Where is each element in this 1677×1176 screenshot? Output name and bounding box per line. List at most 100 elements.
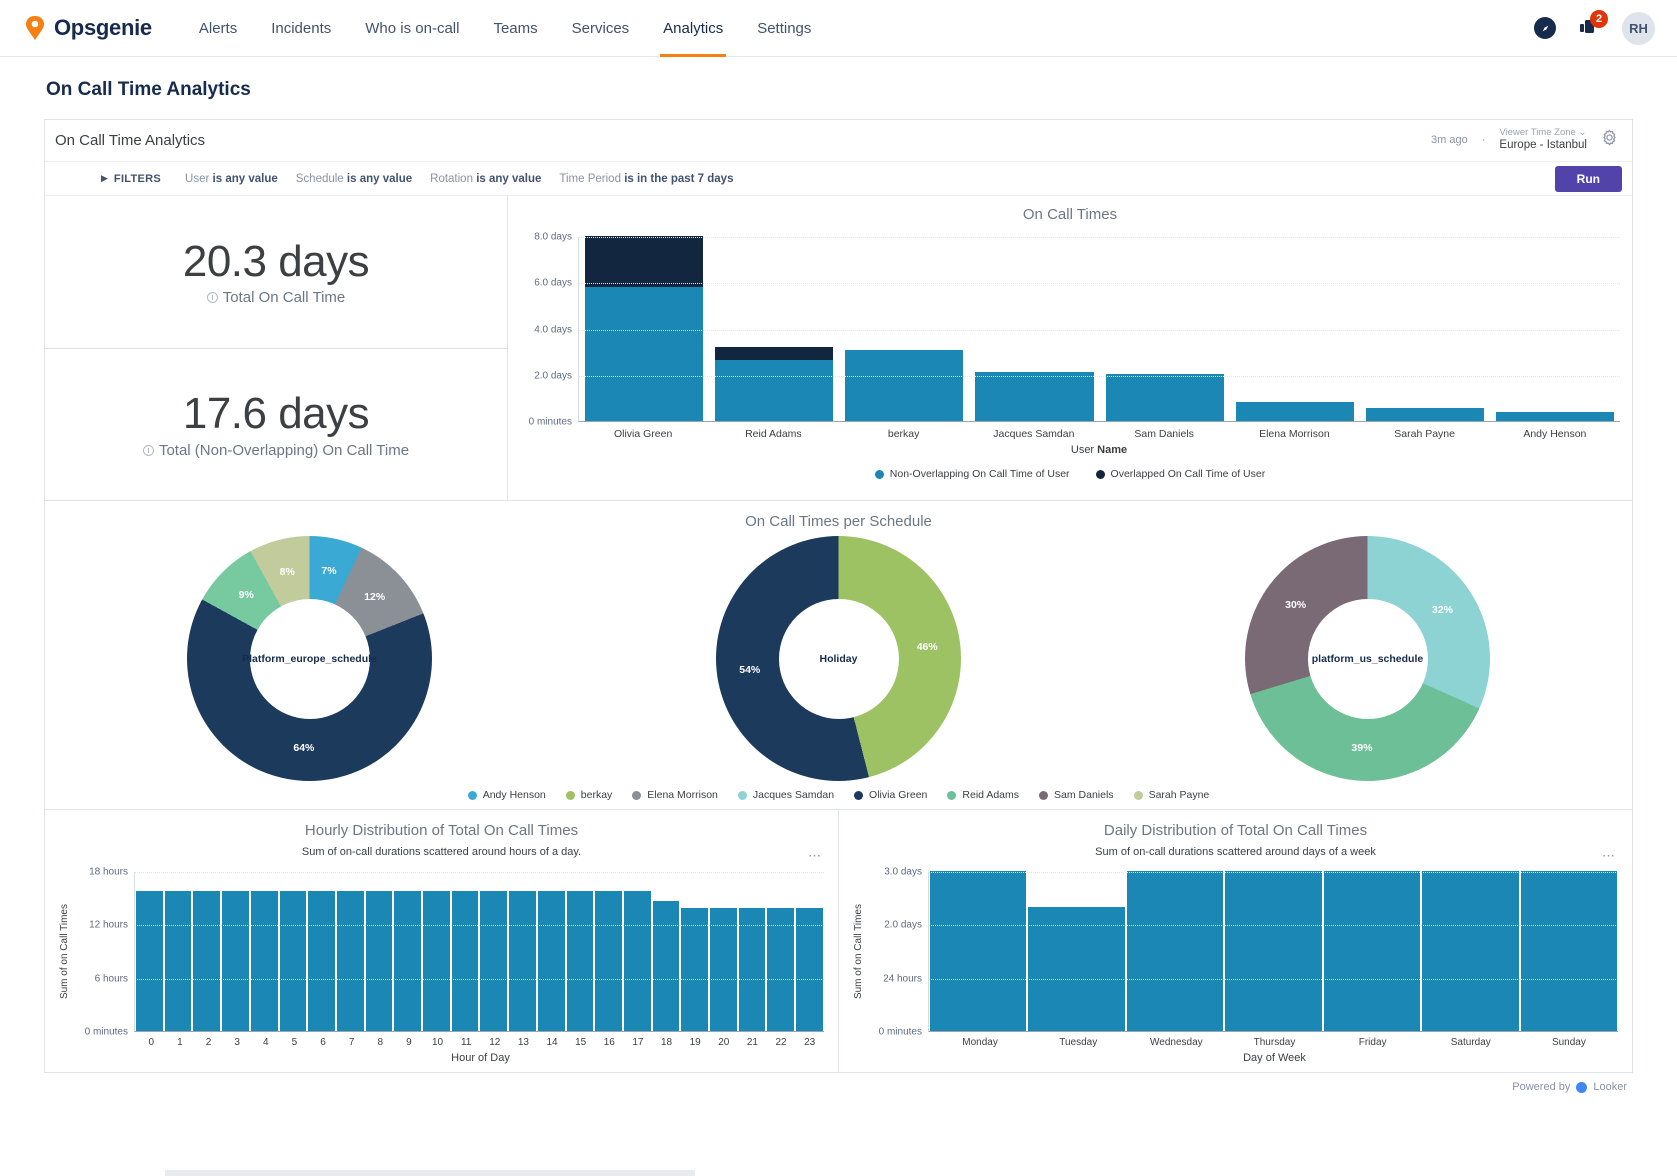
chart-area: Sum of on Call Times 0 minutes 6 hours 12 …	[59, 867, 824, 1038]
bar[interactable]	[423, 891, 450, 1031]
bar-segment-non-overlapping[interactable]	[1235, 402, 1354, 421]
gridline	[929, 925, 1618, 927]
avatar[interactable]: RH	[1622, 11, 1655, 45]
chart-title: Daily Distribution of Total On Call Time…	[1103, 822, 1368, 839]
y-tick-label: 6.0 days	[534, 277, 572, 289]
chart-title: On Call Times	[1022, 206, 1118, 223]
bar-column[interactable]	[709, 347, 839, 421]
bar-segment-non-overlapping[interactable]	[585, 287, 704, 421]
bar[interactable]	[1225, 871, 1322, 1031]
x-tick-label: 21	[746, 1037, 758, 1048]
bar-column[interactable]	[1230, 402, 1360, 421]
bar[interactable]	[336, 891, 364, 1031]
bar[interactable]	[1520, 871, 1617, 1031]
bar[interactable]	[164, 891, 192, 1031]
filter-schedule[interactable]: Schedule is any value	[296, 173, 412, 185]
caret-right-icon[interactable]: ▶	[101, 173, 108, 184]
chart-title: Hourly Distribution of Total On Call Tim…	[304, 822, 579, 839]
nav-item-teams[interactable]: Teams	[476, 0, 554, 57]
bar-segment-overlapped[interactable]	[715, 347, 834, 360]
donut-legend-item[interactable]: Sam Daniels	[1039, 789, 1114, 801]
bar[interactable]	[1126, 871, 1224, 1031]
bar[interactable]	[480, 891, 508, 1031]
compass-icon[interactable]	[1534, 17, 1556, 39]
donut-legend-item[interactable]: Elena Morrison	[632, 789, 718, 801]
legend-item-non-overlapping[interactable]: Non-Overlapping On Call Time of User	[874, 468, 1070, 480]
kpi-total-non-overlapping-on-call-time: 17.6 days Total (Non-Overlapping) On Cal…	[45, 348, 507, 500]
x-tick-label: Wednesday	[1150, 1037, 1203, 1048]
ellipsis-icon[interactable]: ⋯	[808, 848, 822, 864]
bar[interactable]	[451, 891, 479, 1031]
nav-item-settings[interactable]: Settings	[740, 0, 828, 57]
donut-legend-item[interactable]: Olivia Green	[854, 789, 927, 801]
donut-legend-item[interactable]: Jacques Samdan	[737, 789, 834, 801]
bar-column[interactable]	[839, 349, 969, 421]
filter-time-period[interactable]: Time Period is in the past 7 days	[559, 173, 733, 185]
bar-segment-non-overlapping[interactable]	[845, 349, 964, 421]
timezone-selector[interactable]: Viewer Time Zone ⌄ Europe - Istanbul	[1499, 127, 1587, 152]
bar-segment-non-overlapping[interactable]	[1365, 408, 1484, 421]
bar[interactable]	[394, 891, 422, 1031]
bar[interactable]	[509, 891, 536, 1031]
donut-legend-item[interactable]: Andy Henson	[467, 789, 546, 801]
bar-segment-non-overlapping[interactable]	[975, 372, 1094, 421]
donut-legend-item[interactable]: Reid Adams	[947, 789, 1019, 801]
notification-bell-icon[interactable]: 2	[1576, 10, 1608, 41]
bar[interactable]	[308, 891, 335, 1031]
bar[interactable]	[193, 891, 221, 1031]
x-tick-label: Andy Henson	[1523, 428, 1587, 440]
bar[interactable]	[222, 891, 249, 1031]
legend-color-swatch	[565, 790, 575, 800]
brand-logo[interactable]: Opsgenie	[24, 15, 152, 41]
bar[interactable]	[595, 891, 622, 1031]
nav-item-analytics[interactable]: Analytics	[646, 0, 740, 57]
nav-item-alerts[interactable]: Alerts	[182, 0, 254, 57]
bar[interactable]	[1323, 871, 1421, 1031]
donut-chart-holiday[interactable]: Holiday 46% 54%	[716, 536, 961, 781]
bar-column[interactable]	[1100, 373, 1230, 421]
donut-slice-label: 8%	[279, 565, 295, 578]
nav-item-incidents[interactable]: Incidents	[254, 0, 348, 57]
bar-segment-non-overlapping[interactable]	[1105, 373, 1224, 421]
bar[interactable]	[566, 891, 594, 1031]
bar-column[interactable]	[1360, 408, 1490, 421]
y-tick-label: 24 hours	[883, 973, 922, 985]
filters-label[interactable]: FILTERS	[114, 173, 161, 185]
bar[interactable]	[250, 891, 278, 1031]
x-tick-label: 7	[348, 1037, 355, 1048]
opsgenie-logo-icon	[24, 16, 46, 40]
bar[interactable]	[652, 901, 680, 1031]
y-tick-label: 3.0 days	[884, 866, 922, 878]
gridline	[929, 872, 1618, 873]
bar-segment-non-overlapping[interactable]	[1495, 411, 1614, 421]
gear-icon[interactable]	[1601, 129, 1618, 151]
legend-color-swatch	[467, 790, 477, 800]
bar[interactable]	[623, 891, 651, 1031]
legend-item-overlapped[interactable]: Overlapped On Call Time of User	[1095, 468, 1265, 480]
ellipsis-icon[interactable]: ⋯	[1602, 848, 1616, 864]
bar[interactable]	[930, 871, 1027, 1031]
filter-rotation[interactable]: Rotation is any value	[430, 173, 541, 185]
bar-segment-non-overlapping[interactable]	[715, 359, 834, 421]
donut-chart-platform-us-schedule[interactable]: platform_us_schedule 32% 39% 30%	[1245, 536, 1490, 781]
bar-column[interactable]	[1490, 411, 1620, 421]
nav-item-who-is-on-call[interactable]: Who is on-call	[348, 0, 476, 57]
bars-group	[929, 871, 1618, 1031]
filter-user[interactable]: User is any value	[185, 173, 278, 185]
horizontal-scrollbar[interactable]	[165, 1170, 695, 1176]
donut-legend-item[interactable]: Sarah Payne	[1133, 789, 1209, 801]
bar[interactable]	[365, 891, 393, 1031]
donut-chart-platform-europe-schedule[interactable]: Platform_europe_schedule 7% 12% 64% 9% 8%	[187, 536, 432, 781]
bar[interactable]	[537, 891, 565, 1031]
bar[interactable]	[1422, 871, 1519, 1031]
bar[interactable]	[136, 891, 163, 1031]
donut-center: platform_us_schedule	[1307, 598, 1428, 719]
bar-column[interactable]	[969, 372, 1099, 421]
nav-item-services[interactable]: Services	[555, 0, 647, 57]
donut-legend-item[interactable]: berkay	[565, 789, 612, 801]
info-icon	[206, 292, 218, 304]
bar[interactable]	[279, 891, 307, 1031]
bar-segment-overlapped[interactable]	[585, 236, 704, 288]
bar-column[interactable]	[579, 236, 709, 421]
run-button[interactable]: Run	[1554, 165, 1622, 192]
